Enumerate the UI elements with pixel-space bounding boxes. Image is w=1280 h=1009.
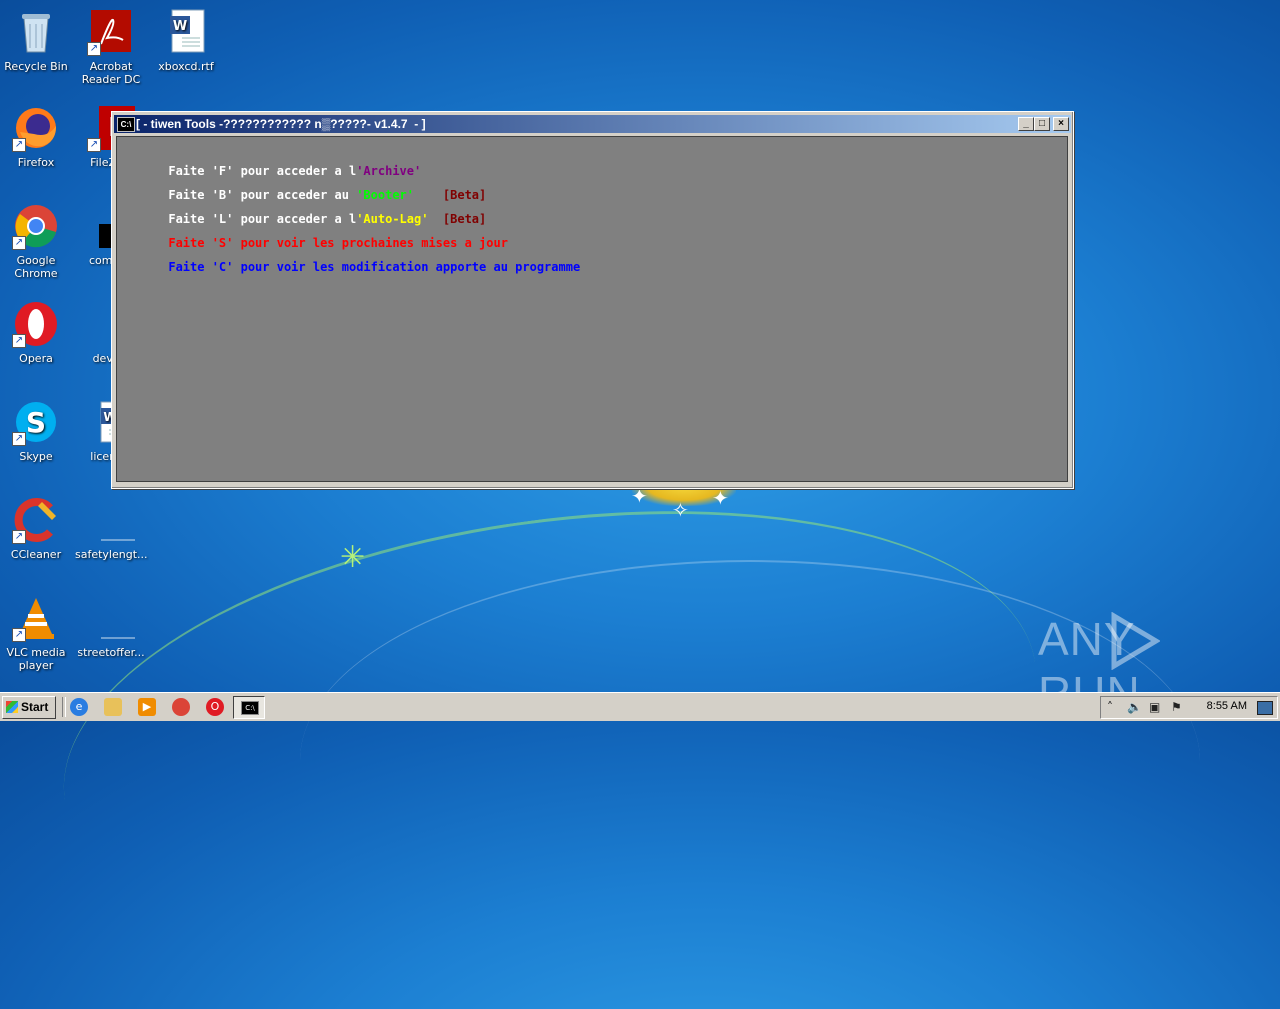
desktop-icon-label: Skype (19, 450, 53, 463)
media-player-icon[interactable]: ▶ (138, 698, 156, 716)
volume-icon[interactable]: 🔈 (1127, 700, 1142, 714)
console-text-changes: Faite 'C' pour voir les modification app… (168, 260, 581, 274)
word-document-icon: W (162, 8, 210, 56)
start-label: Start (21, 700, 49, 714)
console-line: Faite 'B' pour acceder au 'Booter' [Beta… (125, 171, 486, 202)
desktop-icon-skype[interactable]: S ↗ Skype (0, 398, 72, 463)
console-line: Faite 'F' pour acceder a l'Archive' (125, 147, 421, 178)
desktop-icon-label: xboxcd.rtf (158, 60, 214, 73)
console-titlebar[interactable]: C:\ [ - tiwen Tools -???????????? n▒????… (114, 115, 1071, 133)
desktop-icon-label: Opera (19, 352, 53, 365)
blank-file-icon (87, 496, 146, 544)
network-icon[interactable]: ▣ (1149, 700, 1160, 714)
action-center-flag-icon[interactable]: ⚑ (1171, 700, 1182, 714)
desktop-icon-opera[interactable]: ↗ Opera (0, 300, 72, 365)
watermark-play-icon (1111, 612, 1160, 670)
console-icon: C:\ (117, 117, 135, 132)
desktop-icon-xboxcd[interactable]: W xboxcd.rtf (150, 8, 222, 73)
wallpaper-sparkle: ✧ (672, 498, 689, 522)
console-title: [ - tiwen Tools -???????????? n▒?????- v… (136, 117, 426, 131)
desktop-icon-label: streetoffer... (77, 646, 145, 659)
desktop-icon-firefox[interactable]: ↗ Firefox (0, 104, 72, 169)
desktop-icon-label: Google Chrome (14, 254, 58, 280)
desktop-icon-chrome[interactable]: ↗ Google Chrome (0, 202, 72, 280)
desktop-icon-label: Recycle Bin (4, 60, 68, 73)
windows-logo-icon (6, 701, 18, 713)
console-line: Faite 'C' pour voir les modification app… (125, 243, 580, 274)
close-button[interactable]: × (1053, 117, 1069, 131)
skype-icon: S ↗ (12, 398, 60, 446)
vlc-icon: ↗ (12, 594, 60, 642)
taskbar: Start e ▶ O C:\ ˄ 🔈 ▣ ⚑ 8:55 AM (0, 692, 1280, 721)
firefox-icon: ↗ (12, 104, 60, 152)
taskbar-separator (62, 697, 66, 717)
acrobat-icon: ↗ (87, 8, 135, 56)
console-line: Faite 'S' pour voir les prochaines mises… (125, 219, 508, 250)
minimize-button[interactable]: _ (1018, 117, 1034, 131)
console-icon: C:\ (241, 701, 259, 715)
opera-icon: ↗ (12, 300, 60, 348)
ccleaner-icon: ↗ (12, 496, 60, 544)
console-window[interactable]: C:\ [ - tiwen Tools -???????????? n▒????… (111, 111, 1074, 489)
folder-icon[interactable] (104, 698, 122, 716)
system-tray: ˄ 🔈 ▣ ⚑ 8:55 AM (1100, 696, 1278, 719)
show-desktop-icon[interactable] (1257, 701, 1273, 715)
opera-icon[interactable]: O (206, 698, 224, 716)
maximize-button[interactable]: □ (1034, 117, 1050, 131)
console-output[interactable]: Faite 'F' pour acceder a l'Archive' Fait… (116, 136, 1068, 482)
svg-text:W: W (173, 19, 187, 34)
desktop-icon-ccleaner[interactable]: ↗ CCleaner (0, 496, 72, 561)
chrome-icon[interactable] (172, 698, 190, 716)
desktop-icon-label: Acrobat Reader DC (81, 60, 141, 86)
wallpaper-sparkle: ✦ (631, 484, 648, 508)
desktop-icon-label: safetylengt... (75, 548, 148, 561)
desktop-icon-safetylength[interactable]: safetylengt... (75, 496, 148, 561)
desktop-icon-label: CCleaner (10, 548, 62, 561)
chrome-icon: ↗ (12, 202, 60, 250)
desktop-icon-label: VLC media player (6, 646, 66, 672)
taskbar-console-task[interactable]: C:\ (233, 696, 265, 719)
recycle-bin-icon (12, 8, 60, 56)
wallpaper-sparkle: ✦ (712, 486, 729, 510)
clock[interactable]: 8:55 AM (1207, 700, 1247, 712)
desktop-icon-streetoffer[interactable]: streetoffer... (75, 594, 147, 659)
start-button[interactable]: Start (2, 696, 56, 719)
desktop-icon-vlc[interactable]: ↗ VLC media player (0, 594, 72, 672)
wallpaper-sparkle: ✳ (340, 540, 366, 575)
desktop-icon-acrobat[interactable]: ↗ Acrobat Reader DC (75, 8, 147, 86)
blank-file-icon (87, 594, 146, 642)
desktop-icon-label: Firefox (17, 156, 55, 169)
desktop-icon-recycle-bin[interactable]: Recycle Bin (0, 8, 72, 73)
svg-text:S: S (26, 406, 46, 439)
internet-explorer-icon[interactable]: e (70, 698, 88, 716)
show-hidden-icons-icon[interactable]: ˄ (1107, 700, 1113, 714)
console-line: Faite 'L' pour acceder a l'Auto-Lag' [Be… (125, 195, 486, 226)
